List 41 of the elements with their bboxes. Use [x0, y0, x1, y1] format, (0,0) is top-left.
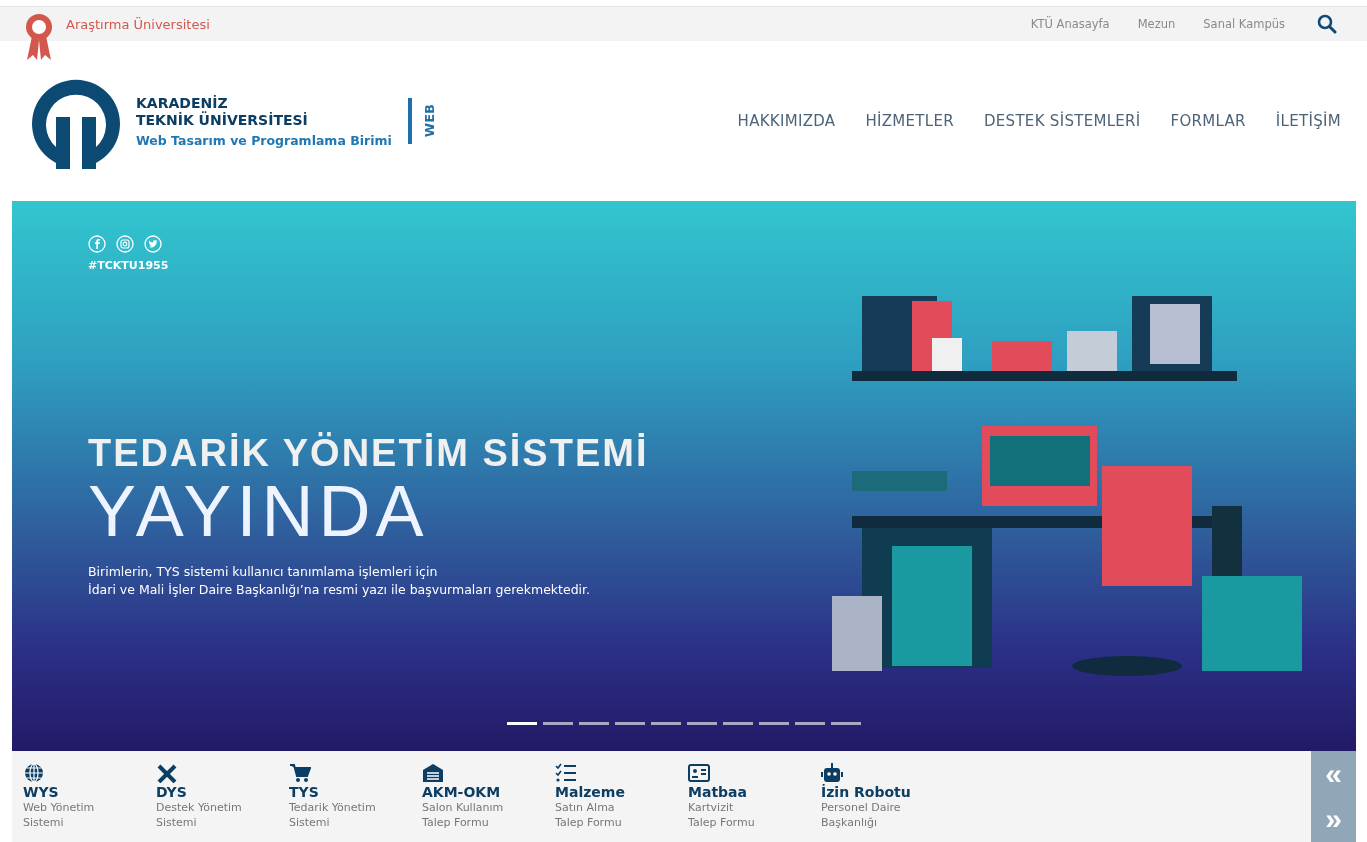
twitter-icon[interactable]	[144, 235, 162, 253]
banner-headline: YAYINDA	[88, 475, 430, 547]
hashtag: #TCKTU1955	[88, 259, 170, 272]
nav-link[interactable]: HAKKIMIZDA	[737, 112, 836, 130]
quick-link-subtitle: Personel Daire Başkanlığı	[821, 800, 901, 830]
quick-link-title[interactable]: DYS	[156, 784, 187, 800]
facebook-icon[interactable]	[88, 235, 106, 253]
banner-title: TEDARİK YÖNETİM SİSTEMİ	[88, 432, 650, 475]
quick-link-subtitle: Web Yönetim Sistemi	[23, 800, 95, 830]
quick-link-subtitle: Tedarik Yönetim Sistemi	[289, 800, 376, 830]
id-card-icon[interactable]	[688, 763, 710, 783]
quick-link-subtitle: Satın Alma Talep Formu	[555, 800, 622, 830]
nav-link[interactable]: FORMLAR	[1170, 112, 1246, 130]
quick-link-title[interactable]: Malzeme	[555, 784, 625, 800]
quick-link-title[interactable]: AKM-OKM	[422, 784, 501, 800]
university-name: KARADENİZ	[136, 94, 229, 111]
quick-link-subtitle: Destek Yönetim Sistemi	[156, 800, 242, 830]
cart-icon[interactable]	[289, 763, 311, 783]
research-university-label: Araştırma Üniversitesi	[66, 17, 210, 32]
instagram-icon[interactable]	[116, 235, 134, 253]
quick-link-title[interactable]: TYS	[289, 784, 319, 800]
top-link[interactable]: KTÜ Anasayfa	[1030, 17, 1110, 31]
web-tag: WEB	[421, 104, 437, 138]
banner-description: Birimlerin, TYS sistemi kullanıcı tanımlama işlemleri için İdari ve Mali İşler Daire Başkanlığı’na resmi yazı ile başvurmaları gerekmektedir.	[88, 563, 592, 599]
nav-link[interactable]: DESTEK SİSTEMLERİ	[983, 112, 1141, 130]
unit-name: Web Tasarım ve Programlama Birimi	[136, 132, 392, 148]
robot-icon[interactable]	[821, 763, 843, 783]
top-link[interactable]: Sanal Kampüs	[1203, 17, 1285, 31]
search-icon[interactable]	[1317, 14, 1337, 34]
quick-link-title[interactable]: Matbaa	[688, 784, 747, 800]
globe-icon[interactable]	[23, 763, 45, 783]
quick-link-title[interactable]: İzin Robotu	[821, 784, 911, 800]
quick-link-subtitle: Salon Kullanım Talep Formu	[422, 800, 504, 830]
quick-link-title[interactable]: WYS	[23, 784, 59, 800]
university-name: TEKNİK ÜNİVERSİTESİ	[136, 111, 309, 128]
nav-link[interactable]: HİZMETLER	[865, 112, 954, 130]
checklist-icon[interactable]	[555, 763, 577, 783]
top-link[interactable]: Mezun	[1137, 17, 1176, 31]
garage-icon[interactable]	[422, 763, 444, 783]
quick-link-subtitle: Kartvizit Talep Formu	[688, 800, 755, 830]
nav-link[interactable]: İLETİŞİM	[1275, 112, 1341, 130]
